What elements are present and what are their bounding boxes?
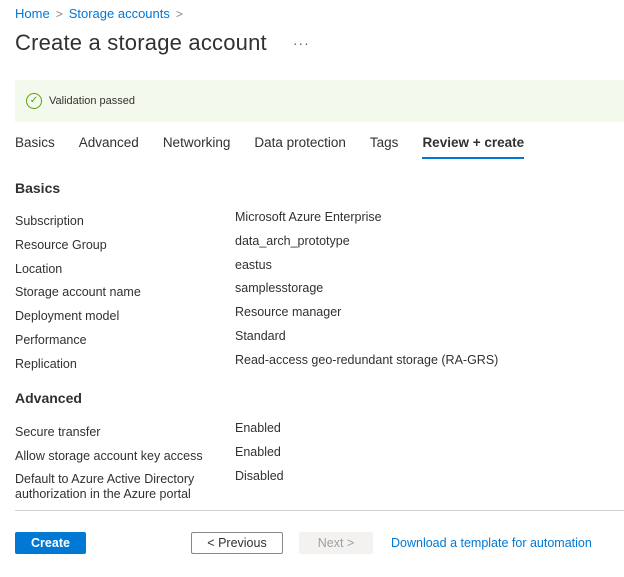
download-template-link[interactable]: Download a template for automation [391, 536, 592, 550]
tab-basics[interactable]: Basics [15, 135, 55, 159]
section-title-advanced: Advanced [15, 390, 82, 406]
row-value: eastus [235, 258, 272, 272]
create-storage-account-page: Home > Storage accounts > Create a stora… [0, 0, 624, 577]
row-value: Standard [235, 329, 286, 343]
row-value: Microsoft Azure Enterprise [235, 210, 382, 224]
row-label: Deployment model [15, 309, 120, 323]
create-button[interactable]: Create [15, 532, 86, 554]
row-label: Performance [15, 333, 87, 347]
row-label: Storage account name [15, 285, 141, 299]
row-label: Default to Azure Active Directory author… [15, 472, 195, 501]
previous-button[interactable]: < Previous [191, 532, 283, 554]
row-label: Secure transfer [15, 425, 101, 439]
row-label: Resource Group [15, 238, 107, 252]
row-value: Enabled [235, 421, 281, 435]
breadcrumb-storage-accounts[interactable]: Storage accounts [69, 6, 170, 21]
tab-networking[interactable]: Networking [163, 135, 231, 159]
footer-divider [15, 510, 624, 511]
title-row: Create a storage account ··· [15, 30, 310, 56]
row-label: Replication [15, 357, 77, 371]
tab-review-create[interactable]: Review + create [422, 135, 525, 159]
validation-banner: ✓ Validation passed [15, 80, 624, 122]
validation-text: Validation passed [49, 95, 136, 107]
breadcrumb-home[interactable]: Home [15, 6, 50, 21]
row-label: Subscription [15, 214, 84, 228]
tab-advanced[interactable]: Advanced [79, 135, 139, 159]
chevron-right-icon: > [175, 6, 183, 21]
tab-bar: Basics Advanced Networking Data protecti… [15, 135, 548, 159]
row-value: data_arch_prototype [235, 234, 350, 248]
next-button[interactable]: Next > [299, 532, 373, 554]
row-value: Read-access geo-redundant storage (RA-GR… [235, 353, 499, 367]
row-value: Resource manager [235, 305, 342, 319]
page-title: Create a storage account [15, 30, 267, 55]
check-circle-icon: ✓ [26, 93, 42, 109]
row-label: Allow storage account key access [15, 449, 203, 463]
row-value: Disabled [235, 469, 284, 483]
chevron-right-icon: > [55, 6, 63, 21]
tab-data-protection[interactable]: Data protection [254, 135, 346, 159]
breadcrumb: Home > Storage accounts > [15, 6, 189, 21]
tab-tags[interactable]: Tags [370, 135, 399, 159]
row-value: samplesstorage [235, 281, 324, 295]
row-value: Enabled [235, 445, 281, 459]
more-options-icon[interactable]: ··· [293, 35, 310, 51]
section-title-basics: Basics [15, 180, 61, 196]
row-label: Location [15, 262, 63, 276]
